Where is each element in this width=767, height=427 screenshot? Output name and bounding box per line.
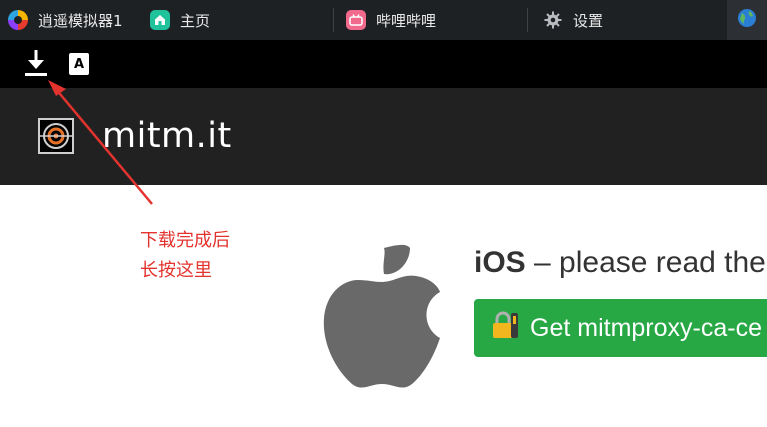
annotation-text: 下载完成后 长按这里 (140, 226, 230, 286)
ios-heading-rest: – please read the (525, 246, 766, 279)
annotation-line: 下载完成后 (140, 230, 230, 251)
ios-heading: iOS – please read the (474, 246, 766, 280)
annotation-line: 长按这里 (140, 260, 212, 281)
get-certificate-label: Get mitmproxy-ca-ce (530, 313, 762, 342)
lock-icon (490, 310, 520, 347)
apple-logo-icon (322, 244, 446, 397)
get-certificate-button[interactable]: Get mitmproxy-ca-ce (474, 299, 767, 357)
ios-heading-bold: iOS (474, 246, 526, 279)
